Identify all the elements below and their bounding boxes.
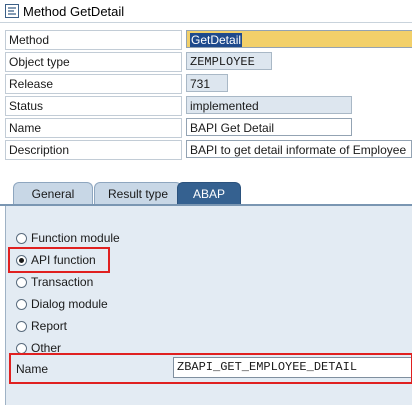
description-field[interactable]: BAPI to get detail informate of Employee [186,140,412,158]
radio-button[interactable] [16,342,27,354]
radio-report[interactable]: Report [16,317,67,335]
name-field-highlight [9,353,412,384]
abap-panel: Function module API function Transaction… [5,206,412,405]
method-icon [5,4,19,18]
radio-transaction[interactable]: Transaction [16,273,93,291]
release-label: Release [5,74,182,94]
description-label: Description [5,140,182,160]
status-label: Status [5,96,182,116]
radio-dialog-module[interactable]: Dialog module [16,295,108,313]
tab-general[interactable]: General [13,182,93,205]
title-bar: Method GetDetail [0,0,412,23]
radio-button[interactable] [16,320,27,332]
radio-function-module[interactable]: Function module [16,229,120,247]
method-field[interactable]: GetDetail [186,30,412,48]
radio-label: Report [31,319,68,333]
radio-button[interactable] [16,298,27,310]
object-type-field: ZEMPLOYEE [186,52,272,70]
release-field: 731 [186,74,228,92]
radio-label: Transaction [31,275,94,289]
radio-button[interactable] [16,276,27,288]
name-field[interactable]: BAPI Get Detail [186,118,352,136]
method-label: Method [5,30,182,50]
status-field: implemented [186,96,352,114]
radio-label: Dialog module [31,297,108,311]
radio-label: Function module [31,231,120,245]
api-function-highlight [8,247,110,273]
radio-button[interactable] [16,232,27,244]
name-label: Name [5,118,182,138]
tab-strip: General Result type ABAP [0,182,412,207]
object-type-label: Object type [5,52,182,72]
window-title: Method GetDetail [23,3,125,19]
tab-result-type[interactable]: Result type [94,182,182,205]
